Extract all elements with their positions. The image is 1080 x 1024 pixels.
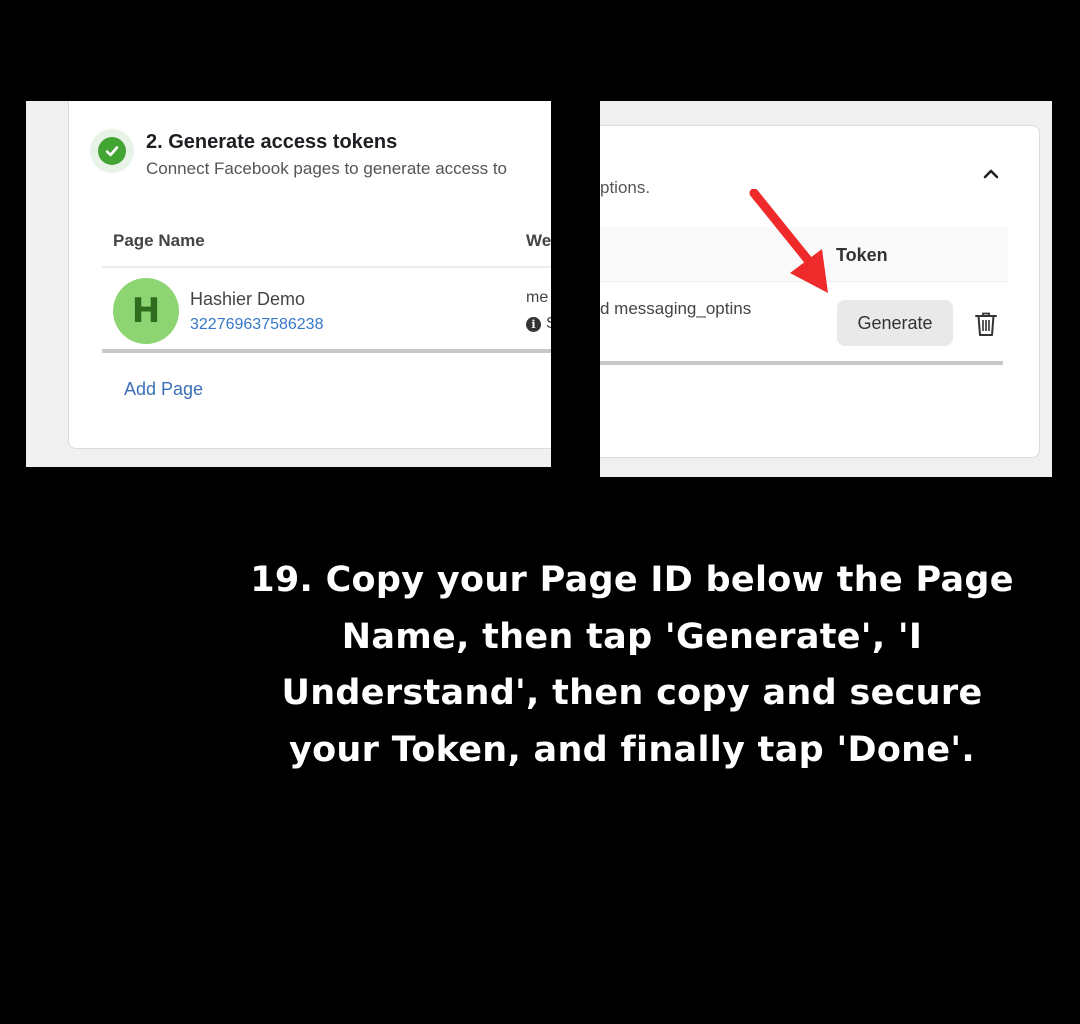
check-circle-icon (98, 137, 126, 165)
column-header-token: Token (836, 245, 888, 265)
page-name: Hashier Demo (190, 289, 306, 309)
left-screenshot: 2. Generate access tokens Connect Facebo… (26, 101, 551, 467)
column-header-truncated: We (526, 231, 551, 250)
truncated-cell-text: me (526, 289, 549, 306)
step-subtitle: Connect Facebook pages to generate acces… (146, 159, 508, 178)
right-screenshot: ptions. Token d messaging_optins Generat… (600, 101, 1052, 477)
column-header-page-name: Page Name (113, 231, 205, 250)
info-icon: i (526, 317, 541, 332)
permissions-fragment: d messaging_optins (600, 299, 752, 318)
add-page-link[interactable]: Add Page (124, 379, 203, 400)
header-divider (102, 266, 551, 268)
scrollbar[interactable] (600, 361, 1003, 365)
instruction-caption: 19. Copy your Page ID below the Page Nam… (250, 560, 1014, 770)
truncated-cell-text-2: S (546, 315, 551, 333)
avatar: H (113, 278, 179, 344)
chevron-up-icon[interactable] (980, 163, 1002, 185)
generate-button[interactable]: Generate (837, 300, 953, 346)
subtitle-fragment: ptions. (600, 178, 651, 197)
page-id[interactable]: 322769637586238 (190, 316, 323, 334)
red-arrow-annotation (749, 189, 828, 293)
step-status (90, 129, 134, 173)
scrollbar[interactable] (102, 349, 551, 353)
step-title: 2. Generate access tokens (146, 131, 398, 153)
trash-icon[interactable] (974, 311, 998, 337)
